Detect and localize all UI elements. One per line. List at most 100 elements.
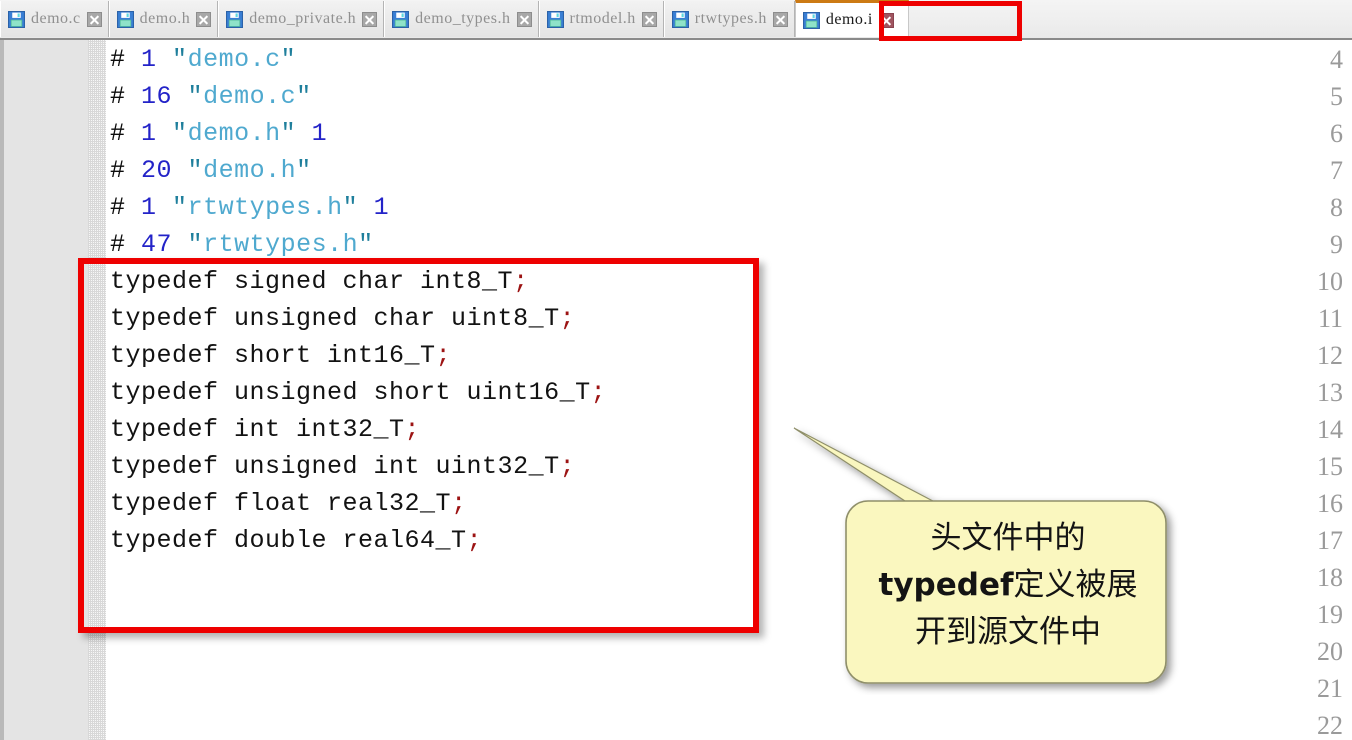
line-number: 5 bbox=[1330, 82, 1343, 111]
code-token-str: demo.h bbox=[187, 119, 281, 148]
close-icon[interactable] bbox=[516, 11, 532, 27]
code-line[interactable]: typedef double real64_T; bbox=[110, 522, 482, 559]
code-token-quote: " bbox=[280, 45, 297, 74]
code-token-num: 1 bbox=[141, 193, 157, 222]
code-token-plain: typedef double real64_T bbox=[110, 526, 467, 555]
tab-label: demo.i bbox=[825, 11, 873, 28]
code-line[interactable]: # 20 "demo.h" bbox=[110, 152, 312, 189]
line-number: 11 bbox=[1317, 304, 1343, 333]
code-token-hash: # bbox=[110, 45, 142, 74]
tab-demo_types-h[interactable]: demo_types.h bbox=[384, 1, 539, 37]
close-icon[interactable] bbox=[196, 11, 212, 27]
code-token-hash: # bbox=[110, 82, 142, 111]
close-icon[interactable] bbox=[878, 12, 894, 28]
line-number: 15 bbox=[1317, 452, 1343, 481]
code-token-str: rtwtypes.h bbox=[187, 193, 343, 222]
code-line[interactable]: typedef unsigned int uint32_T; bbox=[110, 448, 575, 485]
code-token-quote: " bbox=[296, 82, 312, 111]
code-token-hash: # bbox=[110, 193, 142, 222]
code-token-plain: typedef unsigned int uint32_T bbox=[110, 452, 560, 481]
code-token-semi: ; bbox=[451, 489, 467, 518]
line-number: 12 bbox=[1317, 341, 1343, 370]
line-number: 16 bbox=[1317, 489, 1343, 518]
close-icon[interactable] bbox=[641, 11, 657, 27]
code-token-hash: # bbox=[110, 230, 142, 259]
code-token-str: demo.c bbox=[187, 45, 281, 74]
code-token-plain: typedef unsigned char uint8_T bbox=[110, 304, 560, 333]
tab-demo_private-h[interactable]: demo_private.h bbox=[218, 1, 385, 37]
line-number: 4 bbox=[1330, 45, 1343, 74]
code-token-quote: " bbox=[187, 230, 204, 259]
line-number: 18 bbox=[1317, 563, 1343, 592]
code-token-hash: # bbox=[110, 119, 142, 148]
code-token-quote: " bbox=[187, 156, 204, 185]
floppy-disk-icon bbox=[8, 10, 25, 28]
line-number-gutter bbox=[0, 40, 88, 740]
code-token-plain: typedef unsigned short uint16_T bbox=[110, 378, 591, 407]
close-icon[interactable] bbox=[772, 11, 788, 27]
code-token-semi: ; bbox=[404, 415, 421, 444]
code-line[interactable]: # 1 "demo.h" 1 bbox=[110, 115, 327, 152]
line-number: 22 bbox=[1317, 711, 1343, 740]
code-editor[interactable]: 4 5 6 7 8 9 10 11 12 13 14 15 16 17 18 19 20 21 22 # 1 "de… bbox=[0, 40, 1352, 740]
floppy-disk-icon bbox=[226, 10, 244, 28]
floppy-disk-icon bbox=[392, 10, 410, 28]
line-number: 20 bbox=[1317, 637, 1343, 666]
code-line[interactable]: # 47 "rtwtypes.h" bbox=[110, 226, 374, 263]
code-token-num: 1 bbox=[141, 45, 157, 74]
line-number: 21 bbox=[1317, 674, 1343, 703]
code-token-quote: " bbox=[342, 193, 359, 222]
line-number: 8 bbox=[1330, 193, 1343, 222]
code-token-plain: typedef int int32_T bbox=[110, 415, 405, 444]
code-line[interactable]: typedef unsigned char uint8_T; bbox=[110, 300, 575, 337]
code-token-quote: " bbox=[358, 230, 374, 259]
tab-label: demo_private.h bbox=[249, 10, 357, 27]
code-line[interactable]: typedef signed char int8_T; bbox=[110, 263, 529, 300]
code-token-semi: ; bbox=[513, 267, 529, 296]
tab-demo-c[interactable]: demo.c bbox=[0, 1, 109, 37]
line-number: 9 bbox=[1330, 230, 1343, 259]
tab-demo-h[interactable]: demo.h bbox=[108, 1, 219, 37]
code-line[interactable]: typedef float real32_T; bbox=[110, 485, 467, 522]
code-token-plain: typedef float real32_T bbox=[110, 489, 452, 518]
tab-label: rtmodel.h bbox=[569, 10, 636, 27]
tab-label: demo.h bbox=[139, 10, 191, 27]
code-token-num: 20 bbox=[141, 156, 173, 185]
floppy-disk-icon bbox=[802, 11, 820, 29]
code-token-str: rtwtypes.h bbox=[203, 230, 359, 259]
code-line[interactable]: # 16 "demo.c" bbox=[110, 78, 312, 115]
code-token-plain: typedef short int16_T bbox=[110, 341, 436, 370]
floppy-disk-icon bbox=[671, 10, 689, 28]
tab-demo-i[interactable]: demo.i bbox=[794, 0, 909, 37]
code-line[interactable]: # 1 "demo.c" bbox=[110, 41, 296, 78]
code-token-quote: " bbox=[172, 193, 188, 222]
close-icon[interactable] bbox=[86, 11, 102, 27]
code-token-str: demo.c bbox=[203, 82, 297, 111]
gutter-fold-margin bbox=[88, 40, 106, 740]
line-number: 14 bbox=[1317, 415, 1343, 444]
line-number: 19 bbox=[1317, 600, 1343, 629]
code-line[interactable]: # 1 "rtwtypes.h" 1 bbox=[110, 189, 389, 226]
tab-rtwtypes-h[interactable]: rtwtypes.h bbox=[663, 1, 795, 37]
code-token-quote: " bbox=[187, 82, 204, 111]
code-token-semi: ; bbox=[559, 304, 576, 333]
code-token-semi: ; bbox=[590, 378, 607, 407]
tab-label: demo.c bbox=[31, 10, 81, 27]
code-token-quote: " bbox=[296, 156, 312, 185]
close-icon[interactable] bbox=[362, 11, 378, 27]
code-token-quote: " bbox=[172, 45, 188, 74]
tab-rtmodel-h[interactable]: rtmodel.h bbox=[538, 1, 664, 37]
line-number: 6 bbox=[1330, 119, 1343, 148]
code-line[interactable]: typedef unsigned short uint16_T; bbox=[110, 374, 606, 411]
code-line[interactable]: typedef int int32_T; bbox=[110, 411, 420, 448]
code-line[interactable]: typedef short int16_T; bbox=[110, 337, 451, 374]
tab-label: rtwtypes.h bbox=[694, 10, 767, 27]
line-number: 10 bbox=[1317, 267, 1343, 296]
code-token-quote: " bbox=[172, 119, 188, 148]
